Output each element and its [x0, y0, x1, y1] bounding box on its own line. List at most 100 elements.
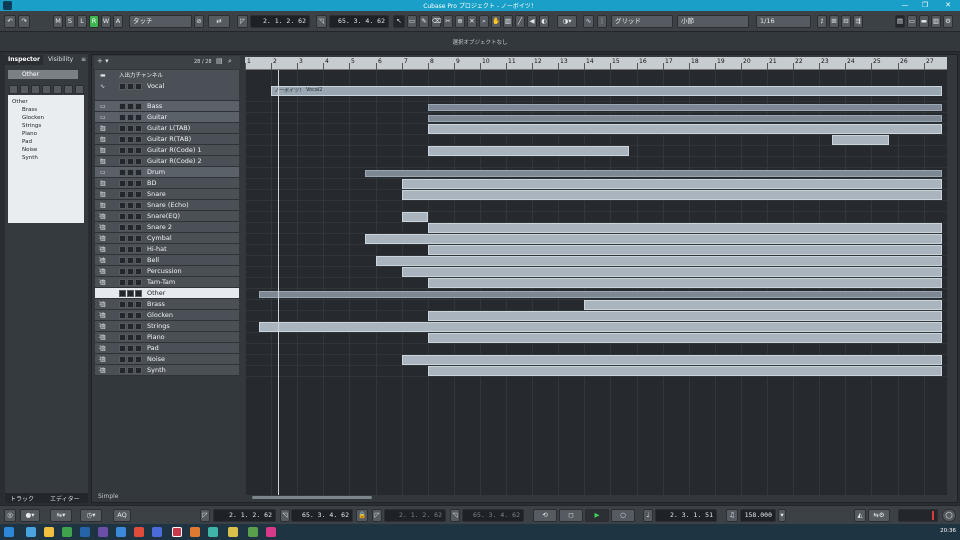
zoom-tool-icon[interactable]: ⌕ [479, 15, 489, 28]
track-solo-button[interactable] [127, 169, 134, 176]
solo-all-button[interactable]: S [65, 15, 75, 28]
click-settings-icon[interactable]: ⇆⚙ [868, 509, 890, 522]
edge-icon[interactable] [26, 527, 36, 537]
track-solo-button[interactable] [127, 136, 134, 143]
track-mute-button[interactable] [119, 114, 126, 121]
track-mute-button[interactable] [119, 191, 126, 198]
folder-part[interactable] [365, 170, 942, 177]
track-mute-button[interactable] [119, 158, 126, 165]
track-search-icon[interactable]: ⌕ [228, 57, 232, 66]
track-row-bd[interactable]: 7 ▥ BD [95, 178, 239, 189]
cycle-icon[interactable]: ⟲ [533, 509, 557, 522]
inspector-lane-icon[interactable] [64, 85, 73, 94]
undo-button[interactable]: ↶ [4, 15, 16, 28]
track-solo-button[interactable] [127, 158, 134, 165]
tree-item-piano[interactable]: Piano [22, 130, 37, 138]
comp-tool-icon[interactable]: ▥ [503, 15, 513, 28]
play-tool-icon[interactable]: ◀ [527, 15, 537, 28]
inspector-monitor-icon[interactable] [42, 85, 51, 94]
track-record-button[interactable] [135, 246, 142, 253]
add-track-button[interactable]: + ▾ [97, 57, 109, 65]
color-tool-icon[interactable]: ◐ [539, 15, 549, 28]
stop-icon[interactable]: ◻ [559, 509, 583, 522]
track-record-button[interactable] [135, 367, 142, 374]
tree-item-synth[interactable]: Synth [22, 154, 38, 162]
aq-button[interactable]: AQ [113, 509, 131, 522]
track-row-pad[interactable]: 21 ▥ Pad [95, 343, 239, 354]
track-row-guitar-r-code-1[interactable]: 5 ▥ Guitar R(Code) 1 [95, 145, 239, 156]
transport-right-locator[interactable]: 65. 3. 4. 62 [291, 509, 353, 522]
track-mute-button[interactable] [119, 202, 126, 209]
horizontal-scrollbar[interactable] [252, 496, 372, 499]
track-solo-button[interactable] [127, 213, 134, 220]
tree-item-pad[interactable]: Pad [22, 138, 32, 146]
play-icon[interactable]: ▶ [585, 509, 609, 522]
click-icon[interactable]: ◭ [854, 509, 866, 522]
tree-item-noise[interactable]: Noise [22, 146, 37, 154]
track-row-tam-tam[interactable]: 16 ▥ Tam-Tam [95, 277, 239, 288]
snap-type-select[interactable]: グリッド [611, 15, 673, 28]
track-mute-button[interactable] [119, 169, 126, 176]
record-icon[interactable]: ○ [611, 509, 635, 522]
track-record-button[interactable] [135, 213, 142, 220]
minimize-button[interactable]: — [895, 0, 915, 11]
track-solo-button[interactable] [127, 279, 134, 286]
inspector-folder-icon[interactable] [75, 85, 84, 94]
transport-right-locator-icon[interactable]: ◹ [280, 509, 290, 522]
track-record-button[interactable] [135, 290, 142, 297]
folder-part[interactable] [259, 291, 942, 298]
track-solo-button[interactable] [127, 224, 134, 231]
track-mute-button[interactable] [119, 235, 126, 242]
tree-item-strings[interactable]: Strings [22, 122, 41, 130]
tree-item-other[interactable]: Other [12, 98, 28, 106]
tempo-dropdown-icon[interactable]: ▾ [778, 509, 786, 522]
track-row-drum[interactable]: ▭ Drum [95, 167, 239, 178]
track-record-button[interactable] [135, 114, 142, 121]
midi-part[interactable] [402, 190, 942, 200]
glue-tool-icon[interactable]: ⊕ [455, 15, 465, 28]
track-mute-button[interactable] [119, 246, 126, 253]
track-row-guitar-r-code-2[interactable]: 6 ▥ Guitar R(Code) 2 [95, 156, 239, 167]
track-mute-button[interactable] [119, 224, 126, 231]
tab-inspector[interactable]: Inspector [5, 55, 43, 65]
punch-in-icon[interactable]: ◸ [372, 509, 382, 522]
app-green-icon[interactable] [62, 527, 72, 537]
track-row-other[interactable]: ▭ Other [95, 288, 239, 299]
editor-icon[interactable]: ◑▾ [557, 15, 577, 28]
midi-part[interactable] [428, 333, 942, 343]
listen-button[interactable]: L [77, 15, 87, 28]
layout-bottom-icon[interactable]: ▬ [919, 15, 929, 28]
track-record-button[interactable] [135, 136, 142, 143]
quantize-setup-icon[interactable]: ⊟ [841, 15, 851, 28]
track-record-button[interactable] [135, 125, 142, 132]
cycle-record-icon[interactable]: ⇆▾ [50, 509, 72, 522]
automation-mode-select[interactable]: タッチ [129, 15, 192, 28]
track-solo-button[interactable] [127, 191, 134, 198]
track-row-guitar[interactable]: ▭ Guitar [95, 112, 239, 123]
track-mute-button[interactable] [119, 323, 126, 330]
power-icon[interactable]: ◯ [942, 509, 956, 522]
quantize-panel-icon[interactable]: ⇶ [853, 15, 863, 28]
project-cursor[interactable] [278, 70, 279, 495]
track-mute-button[interactable] [119, 147, 126, 154]
track-record-button[interactable] [135, 279, 142, 286]
track-mute-button[interactable] [119, 334, 126, 341]
track-row-vocal[interactable]: ∿ Vocal [95, 81, 239, 101]
quantize-apply-icon[interactable]: ⁒ [817, 15, 827, 28]
left-locator-field[interactable]: 2. 1. 2. 62 [250, 15, 310, 28]
track-row-bass[interactable]: ▭ Bass [95, 101, 239, 112]
midi-part[interactable] [428, 311, 942, 321]
inspector-track-name[interactable]: Other [8, 70, 78, 79]
app-green2-icon[interactable] [248, 527, 258, 537]
track-mute-button[interactable] [119, 279, 126, 286]
track-row-guitar-r-tab-[interactable]: 4 ▥ Guitar R(TAB) [95, 134, 239, 145]
track-mute-button[interactable] [119, 136, 126, 143]
track-mute-button[interactable] [119, 290, 126, 297]
track-record-button[interactable] [135, 334, 142, 341]
track-record-button[interactable] [135, 83, 142, 90]
track-record-button[interactable] [135, 103, 142, 110]
folder-part[interactable] [428, 104, 942, 111]
draw-tool-icon[interactable]: ✎ [419, 15, 429, 28]
midi-part[interactable] [402, 179, 942, 189]
track-record-button[interactable] [135, 268, 142, 275]
